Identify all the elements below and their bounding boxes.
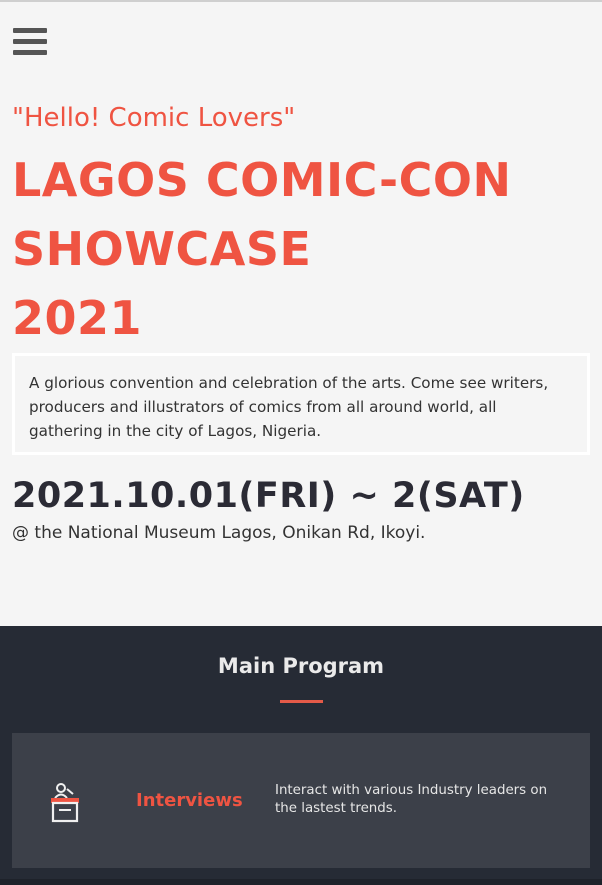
heading-underline xyxy=(280,700,323,703)
menu-bar xyxy=(13,28,47,33)
event-title-line: 2021 xyxy=(12,291,143,345)
menu-bar xyxy=(13,39,47,44)
hero-section: "Hello! Comic Lovers" Lagos Comic-Con Sh… xyxy=(0,0,602,626)
event-description: A glorious convention and celebration of… xyxy=(12,353,590,455)
program-item-description: Interact with various Industry leaders o… xyxy=(275,783,548,816)
event-title-line: Showcase xyxy=(12,222,312,276)
program-item-title[interactable]: Interviews xyxy=(136,790,243,811)
podium-icon xyxy=(49,781,83,823)
hero-tagline: "Hello! Comic Lovers" xyxy=(12,103,296,133)
event-venue: @ the National Museum Lagos, Onikan Rd, … xyxy=(12,523,426,543)
section-heading: Main Program xyxy=(217,654,385,678)
event-date: 2021.10.01(FRI) ~ 2(SAT) xyxy=(12,476,525,516)
section-bottom-edge xyxy=(0,879,602,885)
event-title-line: Lagos Comic-Con xyxy=(12,153,512,207)
hamburger-menu-icon[interactable] xyxy=(13,26,47,58)
event-title: Lagos Comic-Con Showcase 2021 xyxy=(12,146,602,353)
menu-bar xyxy=(13,50,47,55)
main-program-section: Main Program Interviews Interact with va… xyxy=(0,626,602,885)
program-card-interviews[interactable]: Interviews Interact with various Industr… xyxy=(12,733,590,868)
